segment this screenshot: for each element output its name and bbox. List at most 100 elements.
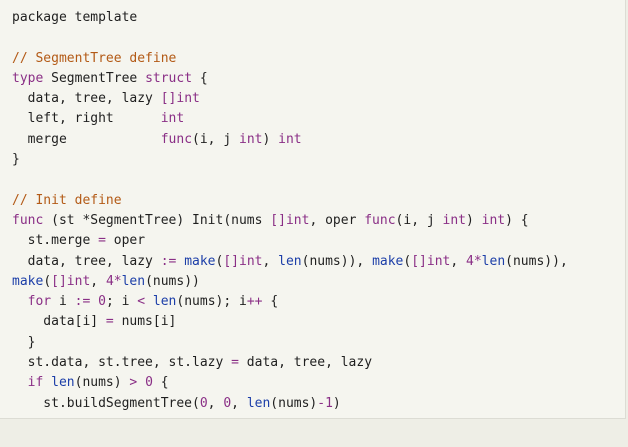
code-token: data, tree, lazy [238, 355, 373, 371]
code-token: package template [12, 10, 138, 25]
code-token: int [481, 212, 506, 228]
code-token: int [239, 131, 263, 147]
code-line: ​ [12, 28, 625, 48]
code-token: if [27, 375, 44, 391]
code-token: len [278, 253, 302, 269]
code-token: st.buildSegmentTree( [12, 395, 200, 411]
code-token: ) [262, 131, 279, 147]
code-token: } [12, 152, 20, 168]
code-token: := [160, 253, 177, 269]
code-token: make [12, 273, 44, 289]
code-line: type SegmentTree struct { [12, 69, 625, 89]
code-block[interactable]: package template ​ // SegmentTree define ty… [0, 0, 625, 414]
code-token: , [90, 273, 106, 289]
code-line: // SegmentTree define [12, 49, 625, 69]
code-editor[interactable]: package template ​ // SegmentTree define ty… [0, 0, 626, 419]
code-token: * [473, 253, 482, 269]
code-line: st.buildSegmentTree(0, 0, len(nums)-1) [12, 394, 625, 414]
code-token: { [262, 294, 279, 310]
code-line: func (st *SegmentTree) Init(nums []int, … [12, 211, 625, 231]
code-token: 0 [98, 294, 106, 310]
code-line: st.merge = oper [12, 231, 625, 251]
code-token: int [442, 212, 466, 228]
code-token: - [317, 395, 326, 411]
code-token: , oper [309, 212, 365, 228]
code-token: []int [270, 212, 310, 228]
bottom-margin [0, 419, 628, 447]
code-token: data, tree, lazy [12, 91, 161, 107]
code-token: ; i [105, 294, 138, 310]
code-token: 4 [466, 253, 474, 269]
code-token: , [231, 395, 247, 411]
code-token: ( [43, 273, 52, 289]
code-token: } [12, 334, 36, 350]
code-token: nums[i] [113, 314, 177, 330]
code-token: = [98, 233, 106, 249]
code-token: oper [105, 233, 146, 249]
code-token: type [12, 70, 44, 86]
code-token: = [231, 355, 239, 371]
code-line: left, right int [12, 109, 625, 129]
code-token: len [152, 294, 177, 310]
code-token: (i, j [192, 131, 239, 147]
code-line: data[i] = nums[i] [12, 312, 625, 332]
code-token: (nums) [270, 395, 318, 411]
code-token: func [12, 212, 44, 228]
code-token: ) [332, 395, 341, 411]
code-token: ) [466, 212, 482, 228]
code-token: , [262, 253, 279, 269]
code-line: package template [12, 8, 625, 28]
code-token: data, tree, lazy [12, 253, 161, 269]
code-token: (nums)), [301, 253, 373, 269]
code-token: (nums); i [176, 294, 247, 310]
code-token: struct [145, 70, 193, 86]
code-token: { [192, 70, 208, 86]
code-token: , [450, 253, 467, 269]
code-token: func [364, 212, 396, 228]
code-token: = [105, 314, 114, 330]
code-token: (st *SegmentTree) Init(nums [43, 212, 271, 228]
code-token: int [278, 131, 302, 147]
code-line: st.data, st.tree, st.lazy = data, tree, … [12, 353, 625, 373]
code-line: } [12, 333, 625, 353]
code-token: st.data, st.tree, st.lazy [12, 355, 232, 371]
code-token: []int [411, 253, 451, 269]
code-token: []int [160, 91, 200, 107]
code-token: 0 [199, 395, 208, 411]
code-token: []int [51, 273, 91, 289]
code-token: { [152, 375, 169, 391]
code-token: 4 [105, 273, 114, 289]
code-token: 0 [223, 395, 232, 411]
code-line: } [12, 150, 625, 170]
code-token: merge [12, 131, 161, 147]
code-token: * [113, 273, 122, 289]
code-token: make [372, 253, 404, 269]
code-line: ​ [12, 170, 625, 190]
code-token: len [51, 375, 75, 391]
code-token: []int [223, 253, 263, 269]
code-token: 0 [145, 375, 153, 391]
code-token: (i, j [395, 212, 443, 228]
code-token: st.merge [12, 233, 99, 249]
code-token: 1 [325, 395, 333, 411]
code-token: (nums)) [145, 273, 200, 289]
code-token: ) { [505, 212, 529, 228]
code-line: data, tree, lazy := make([]int, len(nums… [12, 252, 625, 272]
code-token: (nums)), [505, 253, 568, 269]
code-token: < [137, 294, 146, 310]
code-token: int [160, 111, 185, 127]
code-token: // Init define [12, 192, 122, 208]
code-line: data, tree, lazy []int [12, 89, 625, 109]
code-line: make([]int, 4*len(nums)) [12, 272, 625, 292]
code-token: i [51, 294, 75, 310]
code-token: ++ [246, 294, 263, 310]
code-token: // SegmentTree define [12, 50, 177, 66]
code-token: len [121, 273, 146, 289]
code-token: func [160, 131, 193, 147]
code-line: if len(nums) > 0 { [12, 373, 625, 393]
